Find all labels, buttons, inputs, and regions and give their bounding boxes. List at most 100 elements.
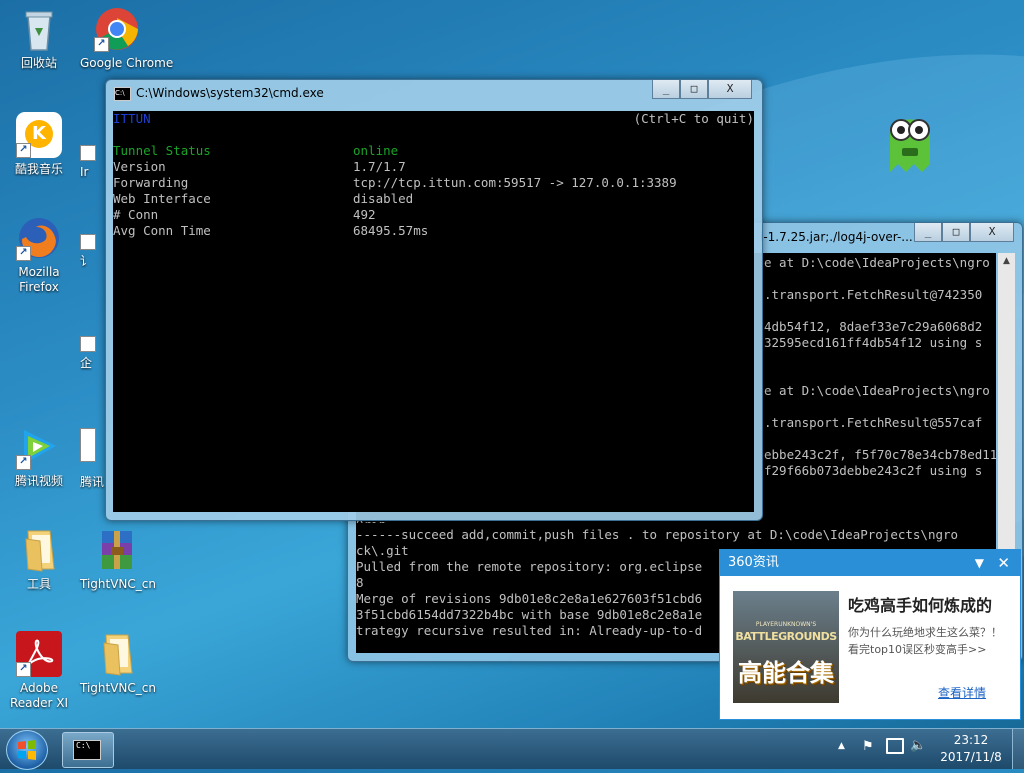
notification-header: 360资讯 ▼ ✕ bbox=[720, 550, 1020, 576]
console-line: 3f51cbd6154dd7322b4bc with base 9db01e8c… bbox=[356, 607, 703, 622]
desktop-icon-adobe-reader[interactable]: ↗ Adobe Reader XI bbox=[2, 631, 76, 711]
notification-app-name: 360资讯 bbox=[728, 555, 779, 570]
clock-date[interactable]: 2017/11/8 bbox=[936, 750, 1006, 764]
desktop-icon-chrome[interactable]: ↗ Google Chrome bbox=[80, 6, 174, 71]
status-row-value: 492 bbox=[353, 207, 376, 222]
desktop-icon-label: 讠 bbox=[80, 254, 93, 268]
status-row-key: Version bbox=[113, 159, 166, 174]
desktop-icon-label: 腾讯视频 bbox=[14, 474, 63, 488]
desktop-icon-firefox[interactable]: ↗ Mozilla Firefox bbox=[2, 215, 76, 295]
tencent-video-icon: ↗ bbox=[16, 424, 62, 470]
console-line: Pulled from the remote repository: org.e… bbox=[356, 559, 703, 574]
desktop-icon-tightvnc-archive[interactable]: TightVNC_cn bbox=[80, 527, 156, 592]
desktop-icon-partial[interactable]: 腾讯 bbox=[80, 428, 106, 490]
console-line: 4db54f12, 8daef33e7c29a6068d2 bbox=[764, 319, 983, 334]
desktop-icon-recycle-bin[interactable]: 回收站 bbox=[2, 6, 76, 71]
desktop-icon-partial[interactable]: 讠 bbox=[80, 228, 106, 269]
desktop-icon-partial[interactable]: Ir bbox=[80, 135, 106, 180]
status-row-key: # Conn bbox=[113, 207, 159, 222]
window-title: i-1.7.25.jar;./log4j-over-... bbox=[760, 230, 913, 244]
console-line: .transport.FetchResult@742350 bbox=[764, 287, 983, 302]
chevron-down-icon[interactable]: ▼ bbox=[975, 550, 984, 576]
desktop-icon-label: Adobe Reader XI bbox=[9, 681, 69, 710]
status-row-value: 68495.57ms bbox=[353, 223, 429, 238]
close-icon[interactable]: ✕ bbox=[997, 550, 1010, 576]
start-button[interactable] bbox=[6, 730, 48, 770]
shortcut-arrow-icon: ↗ bbox=[16, 455, 31, 470]
close-button[interactable]: X bbox=[970, 223, 1014, 242]
close-button[interactable]: X bbox=[708, 80, 752, 99]
shortcut-arrow-icon bbox=[80, 428, 96, 462]
notification-body: 你为什么玩绝地求生这么菜？！看完top10误区秒变高手>> bbox=[848, 626, 1002, 656]
desktop-icon-tencent-video[interactable]: ↗ 腾讯视频 bbox=[2, 424, 76, 489]
console-header-right: (Ctrl+C to quit) bbox=[633, 111, 754, 126]
status-row-key: Web Interface bbox=[113, 191, 211, 206]
console-line: ------succeed add,commit,push files . to… bbox=[356, 527, 959, 542]
maximize-button[interactable]: □ bbox=[680, 80, 708, 99]
minimize-button[interactable]: _ bbox=[914, 223, 942, 242]
tray-expand-icon[interactable]: ▲ bbox=[838, 741, 845, 751]
desktop-icon-label: 工具 bbox=[26, 577, 51, 591]
shortcut-arrow-icon: ↗ bbox=[94, 37, 109, 52]
status-row-value: disabled bbox=[353, 191, 414, 206]
shortcut-arrow-icon bbox=[80, 234, 96, 250]
desktop-icon-label: Mozilla Firefox bbox=[18, 265, 60, 294]
console-line: 32595ecd161ff4db54f12 using s bbox=[764, 335, 983, 350]
console-line: 8 bbox=[356, 575, 364, 590]
console-line: ck\.git bbox=[356, 543, 409, 558]
console-line: f29f66b073debbe243c2f using s bbox=[764, 463, 983, 478]
windows-logo-icon bbox=[18, 740, 36, 760]
desktop-icon-tools-folder[interactable]: 工具 bbox=[2, 527, 76, 592]
desktop-icon-tightvnc-folder[interactable]: TightVNC_cn bbox=[80, 631, 156, 696]
minimize-button[interactable]: _ bbox=[652, 80, 680, 99]
console-line: .transport.FetchResult@557caf bbox=[764, 415, 983, 430]
desktop-icon-kuwo[interactable]: K ↗ 酷我音乐 bbox=[2, 112, 76, 177]
desktop-icon-label: 腾讯 bbox=[80, 475, 105, 489]
status-row-value: 1.7/1.7 bbox=[353, 159, 406, 174]
clock-time[interactable]: 23:12 bbox=[940, 733, 1002, 747]
maximize-button[interactable]: □ bbox=[942, 223, 970, 242]
desktop-icon-partial[interactable]: 企 bbox=[80, 330, 106, 371]
mascot-icon bbox=[890, 119, 930, 172]
window-title: C:\Windows\system32\cmd.exe bbox=[136, 86, 324, 100]
status-row-value: tcp://tcp.ittun.com:59517 -> 127.0.0.1:3… bbox=[353, 175, 677, 190]
desktop-icon-label: 酷我音乐 bbox=[14, 162, 63, 176]
status-row-key: Avg Conn Time bbox=[113, 223, 211, 238]
shortcut-arrow-icon: ↗ bbox=[16, 662, 31, 677]
shortcut-arrow-icon bbox=[80, 145, 96, 161]
console-output[interactable]: ITTUN (Ctrl+C to quit) Tunnel Status onli… bbox=[113, 111, 754, 512]
notification-popup[interactable]: 360资讯 ▼ ✕ PLAYERUNKNOWN'S BATTLEGROUNDS … bbox=[719, 549, 1021, 720]
cmd-window[interactable]: C:\ C:\Windows\system32\cmd.exe _ □ X IT… bbox=[105, 79, 763, 521]
status-row-key: Forwarding bbox=[113, 175, 189, 190]
kuwo-music-icon: K ↗ bbox=[16, 112, 62, 158]
mascot-widget[interactable] bbox=[884, 108, 936, 176]
desktop-icon-label: 回收站 bbox=[20, 56, 57, 70]
notification-image[interactable]: PLAYERUNKNOWN'S BATTLEGROUNDS 高能合集 bbox=[733, 591, 839, 703]
notification-more-link[interactable]: 查看详情 bbox=[938, 684, 986, 701]
folder-icon bbox=[94, 631, 140, 677]
desktop-icon-label: TightVNC_cn bbox=[80, 681, 156, 695]
status-row-value: online bbox=[353, 143, 399, 158]
volume-icon[interactable]: 🔈 bbox=[910, 738, 926, 753]
status-row-key: Tunnel Status bbox=[113, 143, 211, 158]
notification-headline[interactable]: 吃鸡高手如何炼成的 bbox=[848, 592, 992, 616]
shortcut-arrow-icon: ↗ bbox=[16, 143, 31, 158]
console-line: trategy recursive resulted in: Already-u… bbox=[356, 623, 703, 638]
console-line: e at D:\code\IdeaProjects\ngro bbox=[764, 255, 990, 270]
console-line: ebbe243c2f, f5f70c78e34cb78ed11 bbox=[764, 447, 996, 462]
image-brand: PLAYERUNKNOWN'S bbox=[755, 621, 817, 628]
winrar-archive-icon bbox=[94, 527, 140, 573]
network-icon[interactable] bbox=[886, 738, 904, 754]
image-caption: 高能合集 bbox=[738, 659, 834, 687]
chrome-icon: ↗ bbox=[94, 6, 140, 52]
scroll-up-arrow-icon[interactable]: ▲ bbox=[998, 253, 1015, 269]
taskbar-cmd-button[interactable]: C:\ bbox=[62, 732, 114, 768]
shortcut-arrow-icon: ↗ bbox=[16, 246, 31, 261]
cmd-icon: C:\ bbox=[73, 740, 101, 760]
folder-icon bbox=[16, 527, 62, 573]
show-desktop-button[interactable] bbox=[1012, 729, 1024, 769]
window-titlebar[interactable]: C:\ C:\Windows\system32\cmd.exe _ □ X bbox=[106, 80, 762, 108]
desktop-icon-label: Google Chrome bbox=[80, 56, 174, 70]
action-center-flag-icon[interactable]: ⚑ bbox=[862, 739, 874, 754]
desktop-icon-label: Ir bbox=[80, 165, 89, 179]
